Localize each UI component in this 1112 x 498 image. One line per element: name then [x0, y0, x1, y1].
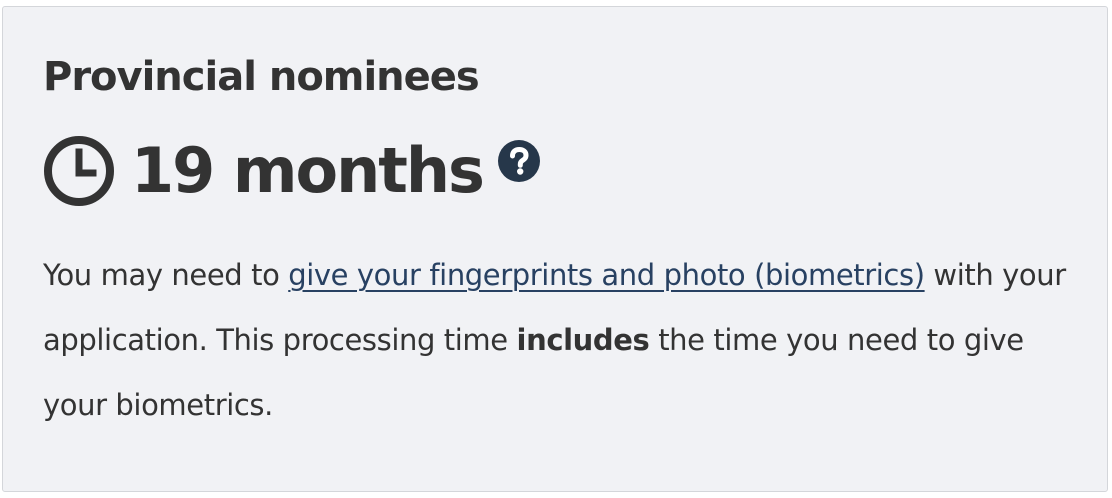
- question-circle-icon[interactable]: [497, 139, 541, 183]
- processing-time-card: Provincial nominees 19 months You may ne…: [2, 6, 1108, 492]
- card-title: Provincial nominees: [43, 54, 480, 100]
- note-prefix: You may need to: [43, 258, 289, 292]
- processing-time-row: 19 months: [43, 131, 541, 211]
- biometrics-link[interactable]: give your fingerprints and photo (biomet…: [288, 258, 925, 292]
- processing-time-value: 19 months: [131, 134, 485, 207]
- clock-icon: [44, 136, 114, 206]
- biometrics-note: You may need to give your fingerprints a…: [43, 243, 1083, 438]
- note-emphasis: includes: [516, 323, 650, 357]
